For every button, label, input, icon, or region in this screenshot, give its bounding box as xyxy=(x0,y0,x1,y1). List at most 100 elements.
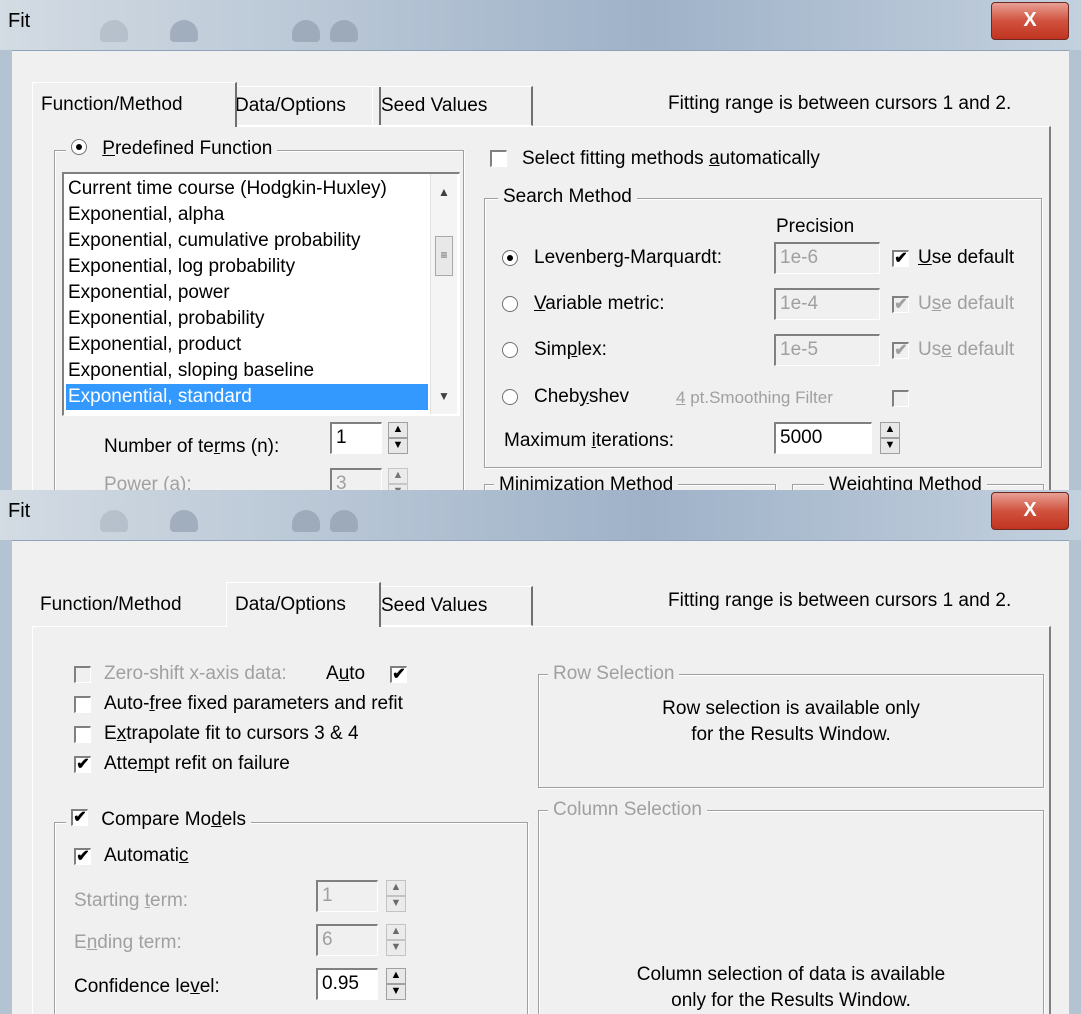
spin-up-icon[interactable]: ▲ xyxy=(880,422,900,438)
spin-down-icon[interactable]: ▼ xyxy=(388,438,408,454)
spin-down-icon[interactable]: ▼ xyxy=(880,438,900,454)
spin-up-icon[interactable]: ▲ xyxy=(388,468,408,484)
levenberg-use-default-checkbox[interactable]: ✔ xyxy=(892,250,909,267)
auto-select-methods-checkbox[interactable] xyxy=(490,150,507,167)
fit-dialog-function-method: Fit X Function/Method Data/Options Seed … xyxy=(0,0,1081,490)
attempt-refit-label: Attempt refit on failure xyxy=(104,753,290,774)
title-blur-decoration xyxy=(170,510,198,532)
list-item[interactable]: Exponential, product xyxy=(66,332,241,358)
predefined-function-radio[interactable]: Predefined Function xyxy=(66,138,278,160)
zero-shift-label: Zero-shift x-axis data: xyxy=(104,663,287,684)
window-title: Fit xyxy=(8,500,31,522)
max-iterations-label: Maximum iterations: xyxy=(504,430,675,451)
simplex-precision-input[interactable]: 1e-5 xyxy=(774,334,880,366)
ending-term-input[interactable]: 6 xyxy=(316,924,378,956)
list-item[interactable]: Exponential, sloping baseline xyxy=(66,358,314,384)
automatic-checkbox[interactable]: ✔ xyxy=(74,848,91,865)
confidence-level-input[interactable]: 0.95 xyxy=(316,968,378,1000)
list-item-selected[interactable]: Exponential, standard xyxy=(66,384,428,410)
predefined-function-radio-dot[interactable] xyxy=(71,138,87,155)
title-blur-decoration xyxy=(292,510,320,532)
simplex-use-default-checkbox[interactable]: ✔ xyxy=(892,342,909,359)
power-input[interactable]: 3 xyxy=(330,468,382,490)
list-item[interactable]: Exponential, power xyxy=(66,280,230,306)
spin-down-icon[interactable]: ▼ xyxy=(386,940,406,956)
title-blur-decoration xyxy=(100,510,128,532)
row-selection-note-2: for the Results Window. xyxy=(691,724,891,745)
chebyshev-label: Chebyshev xyxy=(534,386,630,407)
starting-term-spinner[interactable]: ▲ ▼ xyxy=(386,880,406,912)
list-scrollbar[interactable]: ▲ ≡ ▼ xyxy=(430,174,457,414)
row-selection-legend: Row Selection xyxy=(548,663,680,685)
list-item[interactable]: Exponential, log probability xyxy=(66,254,295,280)
spin-down-icon[interactable]: ▼ xyxy=(386,896,406,912)
automatic-label: Automatic xyxy=(104,845,189,866)
compare-models-checkbox[interactable]: ✔ xyxy=(71,809,88,827)
extrapolate-checkbox[interactable] xyxy=(74,726,91,743)
scroll-thumb[interactable]: ≡ xyxy=(435,236,453,276)
close-button[interactable]: X xyxy=(991,492,1069,530)
ending-term-spinner[interactable]: ▲ ▼ xyxy=(386,924,406,956)
levenberg-marquardt-radio[interactable] xyxy=(502,250,518,266)
tab-data-options[interactable]: Data/Options xyxy=(226,582,381,627)
chebyshev-radio[interactable] xyxy=(502,389,518,405)
close-icon: X xyxy=(1023,499,1037,521)
tab-function-method[interactable]: Function/Method xyxy=(32,82,237,127)
tab-function-method[interactable]: Function/Method xyxy=(32,586,234,624)
list-item[interactable]: Current time course (Hodgkin-Huxley) xyxy=(66,176,387,202)
variable-metric-precision-input[interactable]: 1e-4 xyxy=(774,288,880,320)
spin-up-icon[interactable]: ▲ xyxy=(386,968,406,984)
search-method-group xyxy=(484,198,1042,468)
weighting-method-legend: Weighting Method xyxy=(824,474,987,490)
tab-seed-values[interactable]: Seed Values xyxy=(372,586,533,626)
spin-up-icon[interactable]: ▲ xyxy=(386,924,406,940)
simplex-radio[interactable] xyxy=(502,342,518,358)
simplex-use-default-label: Use default xyxy=(918,339,1015,360)
window-frame-left xyxy=(0,540,12,1014)
auto-free-label: Auto-free fixed parameters and refit xyxy=(104,693,403,714)
fit-dialog-data-options: Fit X Function/Method Data/Options Seed … xyxy=(0,490,1081,1014)
precision-header: Precision xyxy=(776,216,855,237)
max-iterations-input[interactable]: 5000 xyxy=(774,422,872,454)
scroll-down-icon[interactable]: ▼ xyxy=(431,384,457,408)
number-of-terms-spinner[interactable]: ▲ ▼ xyxy=(388,422,408,454)
confidence-level-spinner[interactable]: ▲ ▼ xyxy=(386,968,406,1000)
attempt-refit-checkbox[interactable]: ✔ xyxy=(74,756,91,773)
auto-free-checkbox[interactable] xyxy=(74,696,91,713)
function-listbox[interactable]: Current time course (Hodgkin-Huxley) Exp… xyxy=(62,172,460,416)
levenberg-precision-input[interactable]: 1e-6 xyxy=(774,242,880,274)
spin-down-icon[interactable]: ▼ xyxy=(386,984,406,1000)
levenberg-use-default-label: Use default xyxy=(918,247,1015,268)
fitting-range-note: Fitting range is between cursors 1 and 2… xyxy=(668,93,1012,114)
variable-metric-use-default-checkbox[interactable]: ✔ xyxy=(892,296,909,313)
column-selection-note-2: only for the Results Window. xyxy=(671,990,911,1011)
title-bar[interactable]: Fit X xyxy=(0,0,1081,51)
title-blur-decoration xyxy=(330,510,358,532)
scroll-up-icon[interactable]: ▲ xyxy=(431,180,457,204)
close-button[interactable]: X xyxy=(991,2,1069,40)
simplex-label: Simplex: xyxy=(534,339,607,360)
title-blur-decoration xyxy=(100,20,128,42)
list-item[interactable]: Exponential, probability xyxy=(66,306,264,332)
tab-data-options[interactable]: Data/Options xyxy=(226,86,381,126)
tab-seed-values[interactable]: Seed Values xyxy=(372,86,533,126)
variable-metric-radio[interactable] xyxy=(502,296,518,312)
starting-term-input[interactable]: 1 xyxy=(316,880,378,912)
list-item[interactable]: Exponential, alpha xyxy=(66,202,224,228)
auto-checkbox[interactable]: ✔ xyxy=(390,666,407,683)
smoothing-filter-checkbox[interactable] xyxy=(892,390,909,407)
title-bar[interactable]: Fit X xyxy=(0,490,1081,541)
power-spinner[interactable]: ▲▼ xyxy=(388,468,408,490)
title-blur-decoration xyxy=(292,20,320,42)
spin-up-icon[interactable]: ▲ xyxy=(388,422,408,438)
starting-term-label: Starting term: xyxy=(74,890,189,911)
spin-up-icon[interactable]: ▲ xyxy=(386,880,406,896)
list-item[interactable]: Exponential, cumulative probability xyxy=(66,228,361,254)
variable-metric-label: Variable metric: xyxy=(534,293,665,314)
zero-shift-checkbox[interactable] xyxy=(74,666,91,683)
number-of-terms-input[interactable]: 1 xyxy=(330,422,382,454)
levenberg-marquardt-label: Levenberg-Marquardt: xyxy=(534,247,722,268)
ending-term-label: Ending term: xyxy=(74,932,182,953)
window-title: Fit xyxy=(8,10,31,32)
max-iterations-spinner[interactable]: ▲ ▼ xyxy=(880,422,900,454)
